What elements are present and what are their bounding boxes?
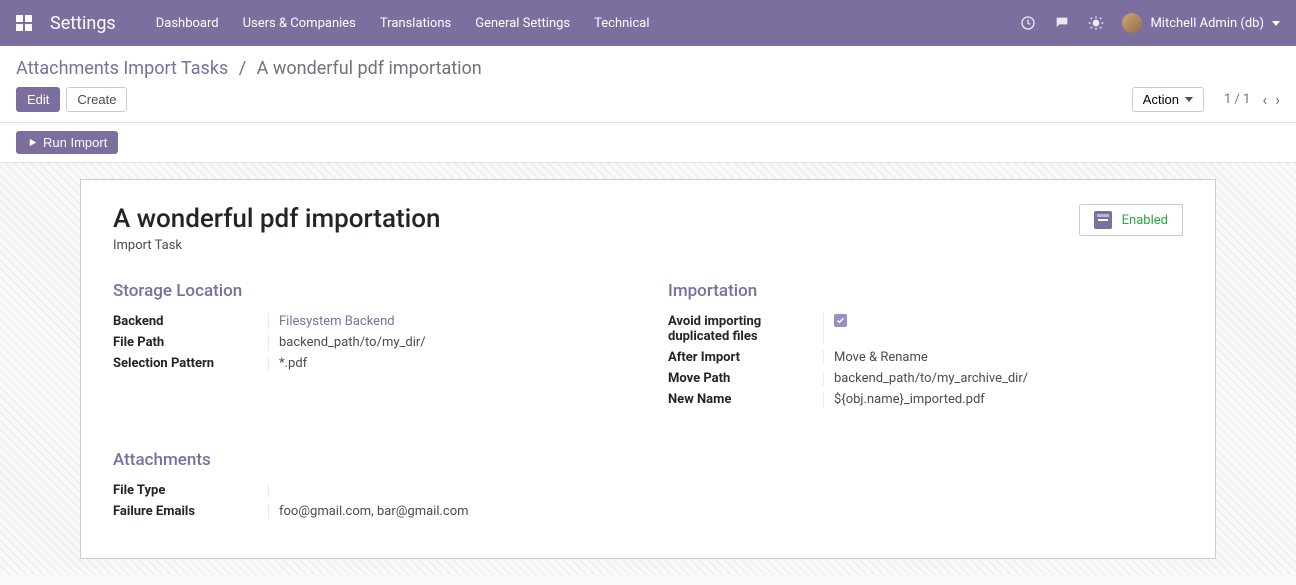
avoid-value: [823, 314, 1183, 344]
edit-button[interactable]: Edit: [16, 87, 60, 112]
statusbar: Run Import: [0, 123, 1296, 163]
status-label: Enabled: [1122, 213, 1168, 228]
pattern-label: Selection Pattern: [113, 356, 268, 371]
section-importation-title: Importation: [668, 281, 1183, 301]
newname-label: New Name: [668, 392, 823, 407]
section-attachments-title: Attachments: [113, 450, 1183, 470]
pager-next[interactable]: ›: [1275, 90, 1280, 109]
play-icon: [27, 137, 38, 148]
bug-icon[interactable]: [1088, 15, 1104, 31]
action-label: Action: [1143, 92, 1179, 107]
content-area: A wonderful pdf importation Import Task …: [0, 163, 1296, 575]
action-dropdown[interactable]: Action: [1132, 87, 1204, 112]
form-sheet: A wonderful pdf importation Import Task …: [80, 179, 1216, 559]
chevron-down-icon: [1272, 21, 1280, 26]
menu-dashboard[interactable]: Dashboard: [156, 16, 219, 31]
filetype-value: [268, 483, 1183, 498]
filetype-label: File Type: [113, 483, 268, 498]
section-storage-title: Storage Location: [113, 281, 628, 301]
record-subtitle: Import Task: [113, 238, 441, 253]
run-import-label: Run Import: [43, 135, 107, 150]
pager-prev[interactable]: ‹: [1262, 90, 1267, 109]
after-value: Move & Rename: [823, 350, 1183, 365]
pager-text: 1 / 1: [1224, 92, 1250, 107]
menu-general-settings[interactable]: General Settings: [475, 16, 570, 31]
user-name: Mitchell Admin (db): [1150, 16, 1264, 31]
user-menu[interactable]: Mitchell Admin (db): [1122, 13, 1280, 33]
backend-label: Backend: [113, 314, 268, 329]
avoid-label: Avoid importing duplicated files: [668, 314, 823, 344]
filepath-value: backend_path/to/my_dir/: [268, 335, 628, 350]
pager: 1 / 1 ‹ ›: [1224, 90, 1280, 109]
after-label: After Import: [668, 350, 823, 365]
record-title: A wonderful pdf importation: [113, 204, 441, 234]
breadcrumb-current: A wonderful pdf importation: [257, 58, 482, 79]
status-enabled-button[interactable]: Enabled: [1079, 204, 1183, 236]
pattern-value: *.pdf: [268, 356, 628, 371]
failure-value: foo@gmail.com, bar@gmail.com: [268, 504, 1183, 519]
breadcrumb-parent[interactable]: Attachments Import Tasks: [16, 58, 228, 79]
topbar: Settings Dashboard Users & Companies Tra…: [0, 0, 1296, 46]
control-panel: Attachments Import Tasks / A wonderful p…: [0, 46, 1296, 123]
top-menu: Dashboard Users & Companies Translations…: [156, 16, 650, 31]
archive-icon: [1094, 211, 1112, 229]
menu-users-companies[interactable]: Users & Companies: [243, 16, 356, 31]
chat-icon[interactable]: [1054, 15, 1070, 31]
movepath-label: Move Path: [668, 371, 823, 386]
movepath-value: backend_path/to/my_archive_dir/: [823, 371, 1183, 386]
run-import-button[interactable]: Run Import: [16, 131, 118, 154]
apps-icon[interactable]: [16, 15, 32, 31]
app-brand: Settings: [50, 13, 116, 34]
avatar: [1122, 13, 1142, 33]
backend-value[interactable]: Filesystem Backend: [268, 314, 628, 329]
filepath-label: File Path: [113, 335, 268, 350]
menu-translations[interactable]: Translations: [380, 16, 451, 31]
failure-label: Failure Emails: [113, 504, 268, 519]
clock-icon[interactable]: [1020, 15, 1036, 31]
chevron-down-icon: [1185, 97, 1193, 102]
breadcrumb: Attachments Import Tasks / A wonderful p…: [16, 58, 482, 79]
newname-value: ${obj.name}_imported.pdf: [823, 392, 1183, 407]
create-button[interactable]: Create: [66, 87, 127, 112]
menu-technical[interactable]: Technical: [594, 16, 649, 31]
checkbox-checked-icon: [834, 314, 847, 327]
